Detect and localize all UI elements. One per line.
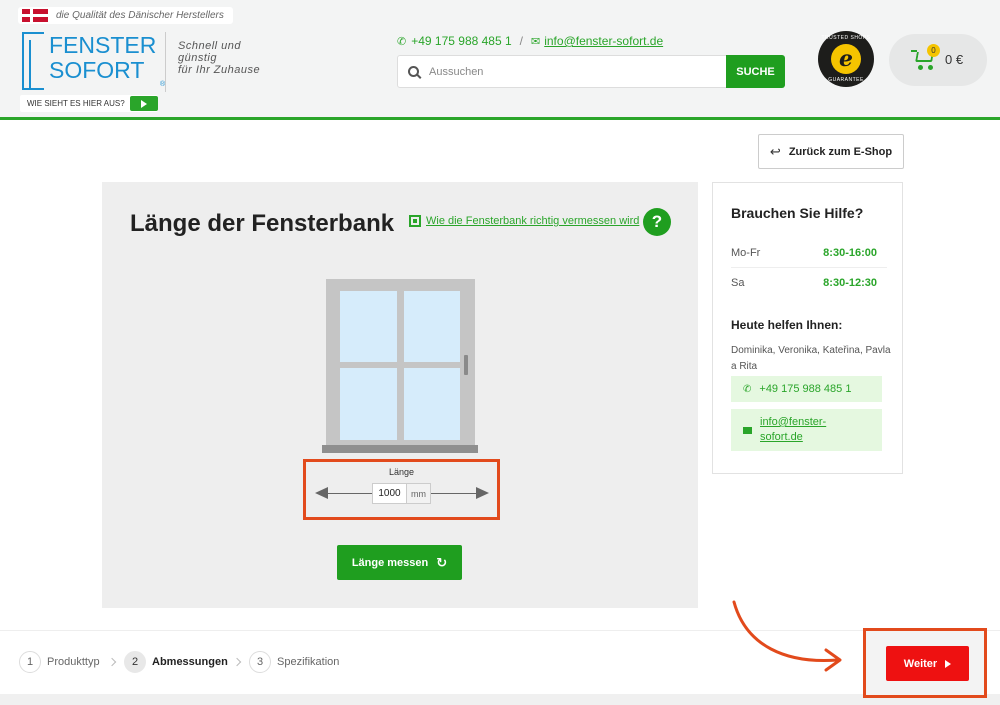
- help-phone-label: +49 175 988 485 1: [759, 383, 852, 395]
- hours-time: 8:30-16:00: [823, 247, 877, 259]
- length-unit: mm: [407, 483, 431, 504]
- play-icon: [945, 659, 952, 668]
- measure-guide-link[interactable]: Wie die Fensterbank richtig vermessen wi…: [409, 215, 639, 227]
- back-arrow-icon: ↩: [769, 143, 781, 159]
- today-helpers-title: Heute helfen Ihnen:: [731, 318, 843, 332]
- length-input-group: Länge mm: [303, 459, 500, 520]
- hours-day: Mo-Fr: [731, 247, 761, 259]
- danish-flag-icon: [22, 9, 48, 22]
- hours-divider: [731, 267, 887, 268]
- slogan-line-2: günstig: [178, 52, 217, 64]
- contact-separator: /: [519, 34, 523, 48]
- back-to-shop-label: Zurück zum E-Shop: [788, 145, 893, 158]
- next-button[interactable]: Weiter: [886, 646, 969, 681]
- trusted-shops-guarantee: GUARANTEE: [828, 77, 864, 83]
- length-input[interactable]: [372, 483, 407, 504]
- slogan: Schnell und günstig für Ihr Zuhause: [178, 40, 260, 76]
- cart-total: 0 €: [945, 52, 964, 67]
- header-phone-link[interactable]: +49 175 988 485 1: [411, 34, 511, 48]
- help-phone-link[interactable]: ✆ +49 175 988 485 1: [731, 376, 882, 402]
- help-email-label: info@fenster-sofort.de: [760, 416, 827, 443]
- refresh-icon: ↻: [436, 554, 448, 570]
- search-input[interactable]: [429, 65, 709, 78]
- arrow-right-icon: [476, 487, 489, 499]
- cart-button[interactable]: 0 0 €: [889, 34, 987, 86]
- window-illustration: [326, 279, 475, 445]
- measure-guide-label: Wie die Fensterbank richtig vermessen wi…: [426, 215, 640, 227]
- header-contact: ✆ +49 175 988 485 1 / ✉ info@fenster-sof…: [397, 34, 663, 48]
- hours-day: Sa: [731, 277, 745, 289]
- search-icon: [408, 66, 419, 77]
- mail-icon: [743, 426, 752, 434]
- step-label: Produkttyp: [47, 656, 100, 668]
- mail-icon: ✉: [531, 35, 541, 48]
- window-pane: [340, 368, 397, 440]
- window-sill: [322, 445, 478, 453]
- window-pane: [340, 291, 397, 362]
- logo-text: FENSTER SOFORT: [49, 33, 156, 83]
- trusted-shops-badge[interactable]: TRUSTED SHOPS e GUARANTEE: [818, 31, 874, 87]
- slogan-line-3: für Ihr Zuhause: [178, 64, 261, 76]
- search-button[interactable]: SUCHE: [726, 55, 785, 88]
- step-label: Abmessungen: [152, 656, 228, 668]
- quality-tagline: die Qualität des Dänischer Herstellers: [18, 7, 233, 24]
- footer-strip: [0, 694, 1000, 705]
- trusted-shops-e-icon: e: [831, 44, 861, 74]
- tagline-text: die Qualität des Dänischer Herstellers: [56, 10, 224, 21]
- measure-length-button[interactable]: Länge messen ↻: [337, 545, 462, 580]
- next-button-label: Weiter: [903, 657, 938, 670]
- trusted-shops-label: TRUSTED SHOPS: [821, 35, 871, 41]
- length-label: Länge: [388, 467, 415, 477]
- chevron-right-icon: [107, 657, 117, 667]
- play-icon: [130, 96, 158, 111]
- hours-row: Mo-Fr 8:30-16:00: [731, 247, 887, 259]
- measure-length-label: Länge messen: [351, 556, 429, 569]
- step-number: 1: [19, 651, 41, 673]
- next-button-highlight: Weiter: [863, 628, 987, 698]
- phone-icon: ✆: [743, 383, 752, 395]
- today-helpers-names: Dominika, Veronika, Kateřina, Pavla a Ri…: [731, 345, 891, 372]
- length-configurator-panel: Länge der Fensterbank Wie die Fensterban…: [102, 182, 698, 608]
- logo-divider: [165, 32, 166, 92]
- annotation-arrow-icon: [732, 600, 842, 672]
- back-to-shop-button[interactable]: ↩ Zurück zum E-Shop: [758, 134, 904, 169]
- arrow-left-icon: [315, 487, 328, 499]
- step-label: Spezifikation: [277, 656, 340, 668]
- help-card-title: Brauchen Sie Hilfe?: [731, 205, 864, 221]
- tour-video-label: WIE SIEHT ES HIER AUS?: [27, 99, 125, 108]
- help-question-icon[interactable]: ?: [643, 208, 671, 236]
- step-product-type[interactable]: 1 Produkttyp: [19, 651, 100, 673]
- step-number: 3: [249, 651, 271, 673]
- chevron-right-icon: [232, 657, 242, 667]
- search-box: [397, 55, 727, 88]
- window-logo-icon: [22, 32, 44, 90]
- step-number: 2: [124, 651, 146, 673]
- hours-time: 8:30-12:30: [823, 277, 877, 289]
- window-pane: [404, 368, 460, 440]
- help-card: Brauchen Sie Hilfe? Mo-Fr 8:30-16:00 Sa …: [712, 182, 903, 474]
- logo-line-1: FENSTER: [49, 32, 157, 58]
- expand-icon: [409, 215, 421, 227]
- header-email-link[interactable]: info@fenster-sofort.de: [544, 34, 663, 48]
- phone-icon: ✆: [397, 35, 407, 48]
- step-specification[interactable]: 3 Spezifikation: [249, 651, 339, 673]
- site-logo[interactable]: FENSTER SOFORT ®: [18, 30, 168, 92]
- tour-video-button[interactable]: WIE SIEHT ES HIER AUS?: [20, 95, 158, 112]
- step-dimensions[interactable]: 2 Abmessungen: [124, 651, 228, 673]
- window-handle-icon: [464, 355, 468, 375]
- hours-row: Sa 8:30-12:30: [731, 277, 887, 289]
- page-title: Länge der Fensterbank: [130, 210, 395, 237]
- site-header: die Qualität des Dänischer Herstellers F…: [0, 0, 1000, 120]
- cart-count-badge: 0: [927, 44, 940, 57]
- help-email-link[interactable]: info@fenster-sofort.de: [731, 409, 882, 451]
- slogan-line-1: Schnell und: [178, 40, 241, 52]
- window-pane: [404, 291, 460, 362]
- logo-line-2: SOFORT: [49, 57, 145, 83]
